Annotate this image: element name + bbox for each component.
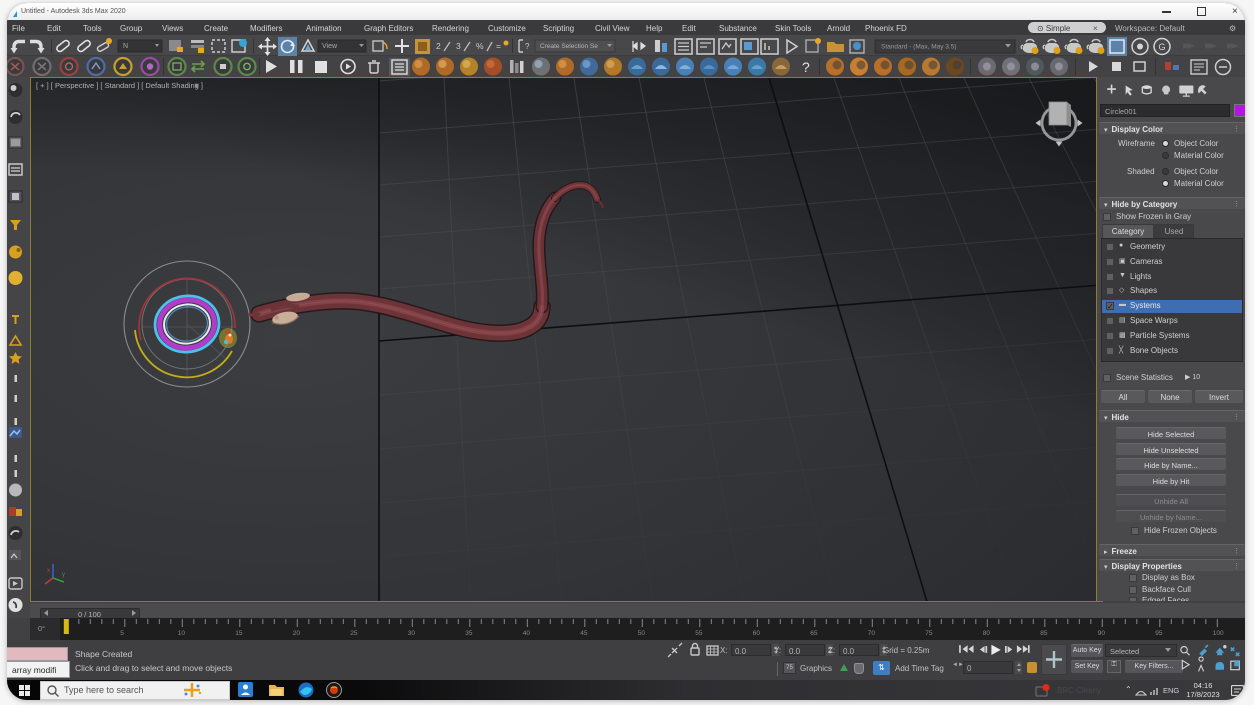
svg-text:Standard - (Max, May 3.5): Standard - (Max, May 3.5) <box>881 44 957 51</box>
svg-text:35: 35 <box>465 630 473 637</box>
svg-text:90: 90 <box>1098 630 1106 637</box>
svg-text:45: 45 <box>580 630 588 637</box>
svg-text:95: 95 <box>1155 630 1163 637</box>
svg-text:0°: 0° <box>38 624 45 633</box>
svg-text:N: N <box>123 43 128 50</box>
svg-text:25: 25 <box>350 630 358 637</box>
svg-text:x: x <box>47 568 50 574</box>
svg-text:80: 80 <box>983 630 991 637</box>
svg-text:2: 2 <box>436 41 441 51</box>
svg-text:65: 65 <box>810 630 818 637</box>
svg-text:G: G <box>1159 42 1166 52</box>
svg-text:85: 85 <box>1040 630 1048 637</box>
svg-text:40: 40 <box>523 630 531 637</box>
svg-text:y: y <box>62 572 65 578</box>
svg-text:?: ? <box>802 59 810 75</box>
svg-text:75: 75 <box>925 630 933 637</box>
svg-text:60: 60 <box>753 630 761 637</box>
svg-text:20: 20 <box>293 630 301 637</box>
svg-text:70: 70 <box>868 630 876 637</box>
svg-text:?: ? <box>525 42 530 51</box>
svg-text:30: 30 <box>408 630 416 637</box>
svg-text:=: = <box>496 41 501 51</box>
svg-text:Create Selection Se: Create Selection Se <box>540 43 598 50</box>
svg-text:15: 15 <box>235 630 243 637</box>
svg-text:10: 10 <box>178 630 186 637</box>
svg-text:5: 5 <box>120 630 124 637</box>
svg-text:55: 55 <box>695 630 703 637</box>
svg-text:%: % <box>476 41 484 51</box>
svg-text:100: 100 <box>1213 630 1224 637</box>
svg-text:View: View <box>322 43 338 50</box>
svg-text:50: 50 <box>638 630 646 637</box>
svg-text:[ + ] [ Perspective ] [ Stan: [ + ] [ Perspective ] [ Standard ] [ Def… <box>36 81 203 90</box>
svg-text:▼: ▼ <box>193 81 200 90</box>
svg-text:3: 3 <box>456 41 461 51</box>
